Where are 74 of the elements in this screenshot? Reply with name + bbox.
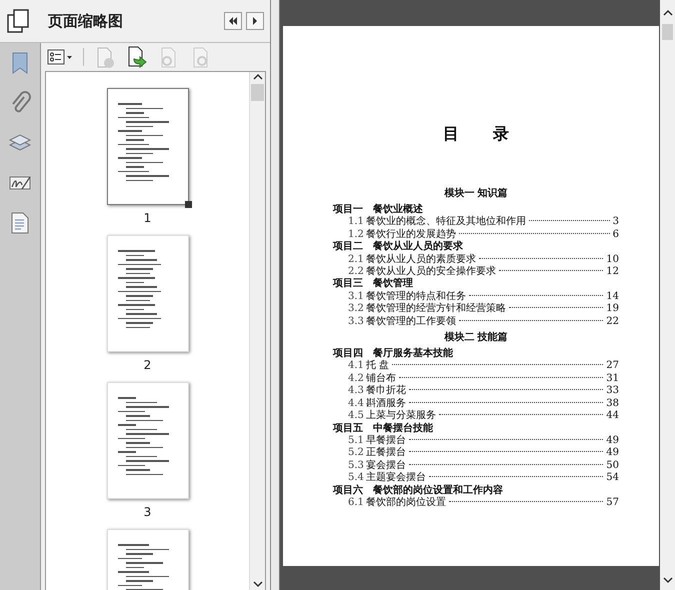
scrollbar-thumb[interactable] [662, 24, 673, 40]
insert-page-icon[interactable] [126, 45, 148, 69]
right-arrow-icon [250, 16, 260, 26]
section-number: 4.1 [348, 360, 365, 373]
page-number: 27 [606, 360, 619, 373]
page-number: 2 [144, 358, 152, 372]
page-number: 33 [606, 385, 619, 398]
section-number: 5.2 [348, 447, 365, 460]
section-number: 4.5 [348, 410, 365, 422]
section-number: 1.1 [348, 216, 365, 229]
section-number: 5.4 [348, 472, 365, 484]
section-title: 餐饮管理的经营方针和经营策略 [366, 303, 506, 316]
project-heading: 项目二 餐饮从业人员的要求 [333, 241, 464, 254]
page-number: 3 [144, 505, 152, 519]
section-number: 3.1 [348, 290, 365, 304]
section-title: 宴会摆台 [366, 460, 406, 472]
pages-icon [6, 9, 30, 33]
section-title: 铺台布 [366, 372, 396, 384]
page-number: 10 [606, 254, 619, 266]
project-heading: 项目三 餐饮管理 [333, 278, 414, 290]
page-number: 54 [606, 472, 619, 485]
page-number: 50 [606, 460, 619, 472]
section-number: 4.3 [348, 385, 365, 398]
section-title: 餐饮管理的特点和任务 [366, 290, 466, 302]
page-number: 12 [606, 266, 619, 278]
scrollbar-thumb[interactable] [251, 84, 264, 101]
section-title: 正餐摆台 [366, 447, 406, 460]
section-title: 早餐摆台 [366, 434, 406, 446]
module-heading: 模块二 技能篇 [443, 331, 509, 346]
section-number: 4.2 [348, 372, 365, 386]
section-title: 餐饮部的岗位设置 [366, 496, 446, 510]
options-menu-icon[interactable] [47, 47, 73, 67]
contents-heading: 目 录 [442, 124, 524, 145]
panel-title: 页面缩略图 [48, 12, 124, 30]
section-number: 5.1 [348, 434, 365, 448]
section-title: 斟酒服务 [366, 398, 406, 410]
page-number: 1 [144, 211, 152, 225]
section-number: 6.1 [348, 496, 365, 510]
section-title: 餐饮从业人员的素质要求 [366, 254, 476, 266]
page-number: 22 [606, 316, 619, 328]
section-number: 4.4 [348, 398, 365, 410]
section-title: 餐饮从业人员的安全操作要求 [366, 266, 496, 278]
section-number: 3.3 [348, 316, 365, 328]
page-number: 49 [606, 434, 619, 448]
page-number: 38 [606, 398, 619, 410]
double-left-arrow-icon [228, 16, 238, 26]
section-title: 上菜与分菜服务 [366, 410, 436, 422]
page-number: 14 [606, 290, 619, 304]
section-title: 餐饮行业的发展趋势 [366, 228, 456, 240]
page-number: 6 [612, 228, 619, 242]
page-number: 57 [606, 496, 619, 510]
page-number: 3 [612, 216, 619, 229]
section-number: 2.1 [348, 254, 365, 266]
project-heading: 项目四 餐厅服务基本技能 [333, 348, 454, 360]
section-number: 5.3 [348, 460, 365, 472]
page-number: 44 [606, 410, 619, 422]
section-number: 3.2 [348, 303, 365, 316]
page-number: 49 [606, 447, 619, 460]
section-number: 1.2 [348, 228, 365, 241]
expand-button[interactable] [246, 12, 264, 30]
splitter-handle[interactable] [271, 0, 280, 590]
project-heading: 项目一 餐饮业概述 [333, 204, 424, 216]
page-number: 31 [606, 372, 619, 386]
project-heading: 项目五 中餐摆台技能 [333, 422, 434, 434]
section-title: 餐饮管理的工作要领 [366, 316, 456, 328]
section-title: 托 盘 [366, 360, 390, 372]
collapse-button[interactable] [224, 12, 242, 30]
module-heading: 模块一 知识篇 [443, 187, 509, 201]
project-heading: 项目六 餐饮部的岗位设置和工作内容 [333, 484, 504, 496]
page-number: 19 [606, 303, 619, 316]
section-number: 2.2 [348, 266, 365, 278]
section-title: 主题宴会摆台 [366, 472, 426, 484]
section-title: 餐饮业的概念、特征及其地位和作用 [366, 216, 526, 228]
section-title: 餐巾折花 [366, 385, 406, 398]
